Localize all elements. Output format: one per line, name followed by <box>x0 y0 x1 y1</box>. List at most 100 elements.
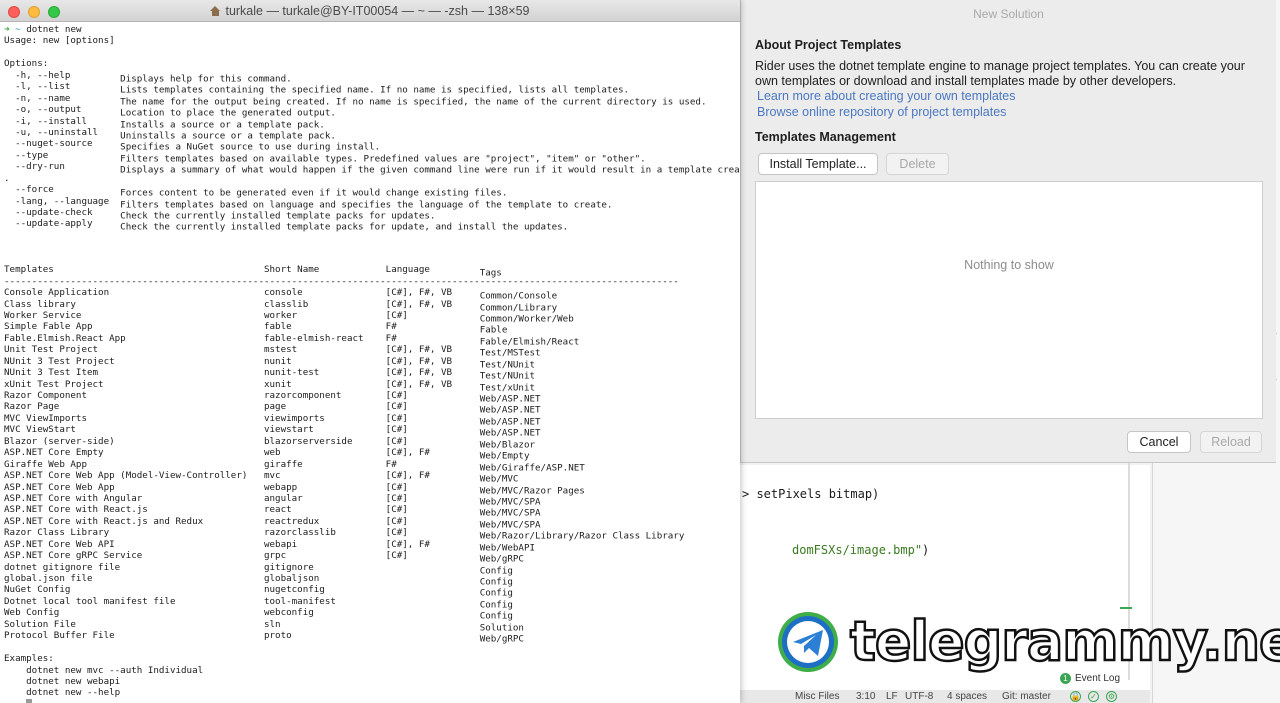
template-language: F# <box>385 321 397 333</box>
option-flag: --update-apply <box>4 218 93 230</box>
learn-more-link[interactable]: Learn more about creating your own templ… <box>757 89 1015 103</box>
template-name: Razor Page <box>4 401 60 413</box>
template-short-name: react <box>263 504 292 516</box>
delete-button[interactable]: Delete <box>886 153 949 175</box>
template-name: Console Application <box>4 287 110 299</box>
ide-code-line: domFSXs/image.bmp") <box>792 543 929 557</box>
template-short-name: reactredux <box>263 515 320 527</box>
reload-button[interactable]: Reload <box>1200 431 1262 453</box>
template-row: ASP.NET Core with React.js react [C#] Web/M… <box>4 504 740 518</box>
dialog-title: New Solution <box>973 7 1044 21</box>
option-flag: --update-check <box>4 207 93 218</box>
template-language: [C#] <box>385 504 408 516</box>
template-row: MVC ViewStart viewstart [C#] Web/ASP.NET <box>4 424 740 438</box>
empty-list-message: Nothing to show <box>964 258 1054 272</box>
col-header-language: Language <box>385 264 430 276</box>
option-flag: --type <box>4 149 49 161</box>
template-name: Solution File <box>4 618 76 630</box>
template-name: global.json file <box>4 573 93 584</box>
col-header-short-name: Short Name <box>263 264 320 276</box>
template-row: ASP.NET Core Web App webapp [C#] Web/MVC/Ra… <box>4 481 740 496</box>
template-row: NUnit 3 Test Project nunit [C#], F#, VB Tes… <box>4 355 740 370</box>
usage-text: Usage: new [options] <box>4 35 115 47</box>
template-short-name: nunit <box>263 355 292 367</box>
watermark: telegrammy.net <box>776 609 1280 674</box>
template-language: [C#] <box>385 527 408 539</box>
home-folder-icon <box>210 6 221 16</box>
terminal-output[interactable]: ➜ ~ dotnet new Usage: new [options] Option… <box>4 24 740 703</box>
template-name: ASP.NET Core Web API <box>4 538 115 550</box>
examples-heading: Examples: <box>4 653 740 664</box>
table-rule: ----------------------------------------… <box>4 276 740 287</box>
template-language: [C#] <box>385 515 408 527</box>
option-flag: --dry-run <box>4 161 65 173</box>
option-line: --nuget-source Specifies a NuGet source t… <box>4 138 740 152</box>
template-name: ASP.NET Core with Angular <box>4 492 143 504</box>
template-name: ASP.NET Core with React.js and Redux <box>4 515 204 527</box>
option-line: -lang, --language Filters templates based… <box>4 196 740 210</box>
status-indent[interactable]: 4 spaces <box>947 691 987 702</box>
options-heading-text: Options: <box>4 58 49 70</box>
template-row: Razor Class Library razorclasslib [C#] Web/… <box>4 527 740 541</box>
template-short-name: mstest <box>263 344 298 356</box>
template-short-name: viewimports <box>263 412 325 424</box>
template-name: xUnit Test Project <box>4 378 104 390</box>
command-text: dotnet new <box>26 24 82 35</box>
template-short-name: page <box>263 401 287 413</box>
option-line: -u, --uninstall Uninstalls a source or a … <box>4 127 740 141</box>
option-line: -i, --install Installs a source or a temp… <box>4 115 740 130</box>
template-short-name: proto <box>263 630 292 642</box>
template-row: ASP.NET Core gRPC Service grpc [C#] Web/gRP… <box>4 550 740 564</box>
status-line-ending[interactable]: LF <box>886 691 898 702</box>
template-language: [C#], F# <box>385 447 430 459</box>
template-name: Protocol Buffer File <box>4 630 115 642</box>
template-short-name: globaljson <box>263 573 320 584</box>
terminal-window[interactable]: turkale — turkale@BY-IT00054 — ~ — -zsh … <box>0 0 740 703</box>
template-name: Dotnet local tool manifest file <box>4 595 176 607</box>
status-encoding[interactable]: UTF-8 <box>905 691 933 702</box>
template-short-name: angular <box>263 492 303 504</box>
template-short-name: razorclasslib <box>263 527 336 539</box>
ide-code-paren: ) <box>922 543 930 557</box>
install-template-button[interactable]: Install Template... <box>758 153 878 175</box>
template-language: [C#] <box>385 412 408 424</box>
template-short-name: worker <box>263 309 298 321</box>
template-row: Protocol Buffer File proto Web/gRPC <box>4 630 740 644</box>
cancel-button[interactable]: Cancel <box>1127 431 1191 453</box>
option-flag: . <box>4 172 10 184</box>
template-name: Class library <box>4 298 76 310</box>
status-caret-position[interactable]: 3:10 <box>856 691 875 702</box>
status-misc-files[interactable]: Misc Files <box>795 691 839 702</box>
template-row: Fable.Elmish.React App fable-elmish-react… <box>4 333 740 347</box>
usage-line: Usage: new [options] <box>4 35 740 46</box>
ide-code-string: domFSXs/image.bmp" <box>792 543 923 557</box>
event-log-button[interactable]: 1 Event Log <box>1060 673 1120 684</box>
lock-icon[interactable]: 🔒 <box>1070 691 1081 702</box>
terminal-titlebar[interactable]: turkale — turkale@BY-IT00054 — ~ — -zsh … <box>0 0 740 22</box>
template-name: ASP.NET Core gRPC Service <box>4 550 143 562</box>
browse-repository-link[interactable]: Browse online repository of project temp… <box>757 105 1006 119</box>
template-row: ASP.NET Core with Angular angular [C#] Web/… <box>4 492 740 507</box>
template-short-name: nunit-test <box>263 367 320 379</box>
template-language: F# <box>385 458 397 470</box>
settings-icon[interactable]: ⚙ <box>1106 691 1117 702</box>
template-language: [C#], F#, VB <box>385 367 453 379</box>
status-git-branch[interactable]: Git: master <box>1002 691 1051 702</box>
templates-management-heading: Templates Management <box>755 130 896 144</box>
option-line: --force Forces content to be generated ev… <box>4 184 740 198</box>
template-short-name: classlib <box>263 298 309 310</box>
template-short-name: mvc <box>263 470 281 482</box>
options-heading: Options: <box>4 58 740 69</box>
event-log-label: Event Log <box>1075 673 1121 684</box>
template-language: [C#], F#, VB <box>385 344 453 356</box>
template-language: [C#], F#, VB <box>385 355 453 367</box>
option-flag: -i, --install <box>4 115 87 127</box>
template-name: ASP.NET Core Web App <box>4 481 115 493</box>
template-language: [C#] <box>385 390 408 401</box>
templates-list[interactable]: Nothing to show <box>755 181 1263 419</box>
template-row: NuGet Config nugetconfig Config <box>4 584 740 598</box>
inspection-ok-icon[interactable]: ✓ <box>1088 691 1099 702</box>
template-language: [C#], F# <box>385 470 430 482</box>
